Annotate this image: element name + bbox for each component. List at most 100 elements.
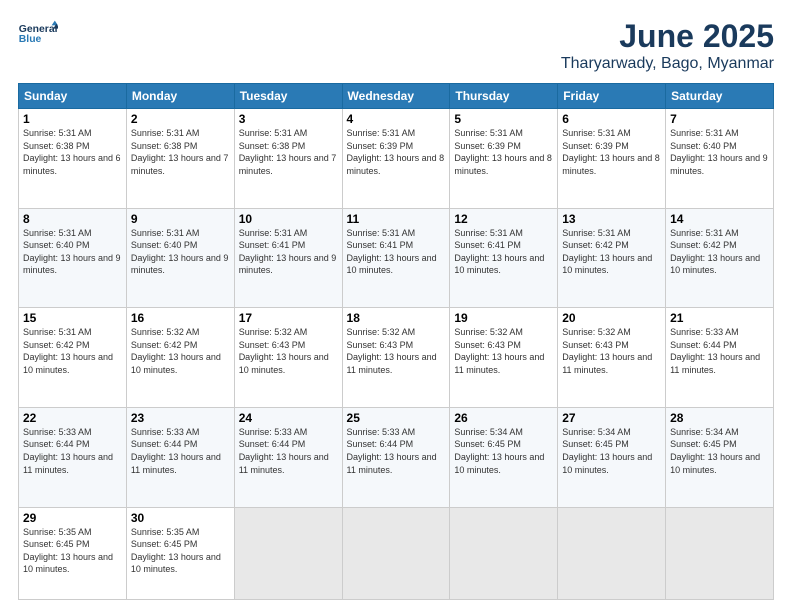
- day-number: 9: [131, 212, 230, 226]
- day-number: 18: [347, 311, 446, 325]
- header-wednesday: Wednesday: [342, 84, 450, 109]
- table-row: 22 Sunrise: 5:33 AMSunset: 6:44 PMDaylig…: [19, 407, 127, 507]
- table-row: 3 Sunrise: 5:31 AMSunset: 6:38 PMDayligh…: [234, 109, 342, 209]
- svg-text:Blue: Blue: [19, 34, 42, 45]
- day-number: 11: [347, 212, 446, 226]
- day-number: 16: [131, 311, 230, 325]
- header-thursday: Thursday: [450, 84, 558, 109]
- day-number: 14: [670, 212, 769, 226]
- table-row: 10 Sunrise: 5:31 AMSunset: 6:41 PMDaylig…: [234, 208, 342, 308]
- table-row: 8 Sunrise: 5:31 AMSunset: 6:40 PMDayligh…: [19, 208, 127, 308]
- header-monday: Monday: [126, 84, 234, 109]
- day-number: 17: [239, 311, 338, 325]
- day-info: Sunrise: 5:34 AMSunset: 6:45 PMDaylight:…: [454, 427, 544, 475]
- day-number: 2: [131, 112, 230, 126]
- day-number: 1: [23, 112, 122, 126]
- day-info: Sunrise: 5:32 AMSunset: 6:43 PMDaylight:…: [454, 327, 544, 375]
- day-info: Sunrise: 5:32 AMSunset: 6:43 PMDaylight:…: [347, 327, 437, 375]
- title-block: June 2025 Tharyarwady, Bago, Myanmar: [561, 18, 774, 73]
- day-info: Sunrise: 5:31 AMSunset: 6:42 PMDaylight:…: [670, 228, 760, 276]
- day-info: Sunrise: 5:31 AMSunset: 6:42 PMDaylight:…: [562, 228, 652, 276]
- day-info: Sunrise: 5:31 AMSunset: 6:40 PMDaylight:…: [670, 128, 768, 176]
- header-friday: Friday: [558, 84, 666, 109]
- day-info: Sunrise: 5:31 AMSunset: 6:41 PMDaylight:…: [239, 228, 337, 276]
- day-info: Sunrise: 5:31 AMSunset: 6:40 PMDaylight:…: [131, 228, 229, 276]
- day-info: Sunrise: 5:31 AMSunset: 6:40 PMDaylight:…: [23, 228, 121, 276]
- table-row: 1 Sunrise: 5:31 AMSunset: 6:38 PMDayligh…: [19, 109, 127, 209]
- day-number: 26: [454, 411, 553, 425]
- header-sunday: Sunday: [19, 84, 127, 109]
- table-row: 27 Sunrise: 5:34 AMSunset: 6:45 PMDaylig…: [558, 407, 666, 507]
- table-row: [558, 507, 666, 600]
- table-row: 4 Sunrise: 5:31 AMSunset: 6:39 PMDayligh…: [342, 109, 450, 209]
- day-info: Sunrise: 5:31 AMSunset: 6:41 PMDaylight:…: [347, 228, 437, 276]
- logo-icon: General Blue: [18, 18, 58, 48]
- day-number: 15: [23, 311, 122, 325]
- day-info: Sunrise: 5:35 AMSunset: 6:45 PMDaylight:…: [131, 527, 221, 575]
- table-row: [234, 507, 342, 600]
- day-info: Sunrise: 5:31 AMSunset: 6:39 PMDaylight:…: [562, 128, 660, 176]
- day-info: Sunrise: 5:33 AMSunset: 6:44 PMDaylight:…: [239, 427, 329, 475]
- table-row: 28 Sunrise: 5:34 AMSunset: 6:45 PMDaylig…: [666, 407, 774, 507]
- day-number: 27: [562, 411, 661, 425]
- day-number: 19: [454, 311, 553, 325]
- table-row: 29 Sunrise: 5:35 AMSunset: 6:45 PMDaylig…: [19, 507, 127, 600]
- table-row: 11 Sunrise: 5:31 AMSunset: 6:41 PMDaylig…: [342, 208, 450, 308]
- table-row: [666, 507, 774, 600]
- table-row: [342, 507, 450, 600]
- table-row: 20 Sunrise: 5:32 AMSunset: 6:43 PMDaylig…: [558, 308, 666, 408]
- day-info: Sunrise: 5:33 AMSunset: 6:44 PMDaylight:…: [131, 427, 221, 475]
- day-number: 22: [23, 411, 122, 425]
- table-row: 25 Sunrise: 5:33 AMSunset: 6:44 PMDaylig…: [342, 407, 450, 507]
- day-number: 10: [239, 212, 338, 226]
- table-row: 6 Sunrise: 5:31 AMSunset: 6:39 PMDayligh…: [558, 109, 666, 209]
- day-info: Sunrise: 5:31 AMSunset: 6:39 PMDaylight:…: [454, 128, 552, 176]
- day-number: 24: [239, 411, 338, 425]
- day-number: 6: [562, 112, 661, 126]
- day-number: 12: [454, 212, 553, 226]
- day-number: 13: [562, 212, 661, 226]
- day-info: Sunrise: 5:34 AMSunset: 6:45 PMDaylight:…: [670, 427, 760, 475]
- calendar-table: Sunday Monday Tuesday Wednesday Thursday…: [18, 83, 774, 600]
- day-header-row: Sunday Monday Tuesday Wednesday Thursday…: [19, 84, 774, 109]
- day-number: 21: [670, 311, 769, 325]
- table-row: 7 Sunrise: 5:31 AMSunset: 6:40 PMDayligh…: [666, 109, 774, 209]
- day-info: Sunrise: 5:35 AMSunset: 6:45 PMDaylight:…: [23, 527, 113, 575]
- svg-text:General: General: [19, 24, 58, 35]
- day-info: Sunrise: 5:33 AMSunset: 6:44 PMDaylight:…: [23, 427, 113, 475]
- table-row: 24 Sunrise: 5:33 AMSunset: 6:44 PMDaylig…: [234, 407, 342, 507]
- day-info: Sunrise: 5:31 AMSunset: 6:38 PMDaylight:…: [239, 128, 337, 176]
- day-info: Sunrise: 5:31 AMSunset: 6:42 PMDaylight:…: [23, 327, 113, 375]
- day-info: Sunrise: 5:34 AMSunset: 6:45 PMDaylight:…: [562, 427, 652, 475]
- day-info: Sunrise: 5:33 AMSunset: 6:44 PMDaylight:…: [347, 427, 437, 475]
- day-info: Sunrise: 5:31 AMSunset: 6:38 PMDaylight:…: [131, 128, 229, 176]
- table-row: 23 Sunrise: 5:33 AMSunset: 6:44 PMDaylig…: [126, 407, 234, 507]
- day-info: Sunrise: 5:33 AMSunset: 6:44 PMDaylight:…: [670, 327, 760, 375]
- day-info: Sunrise: 5:32 AMSunset: 6:43 PMDaylight:…: [239, 327, 329, 375]
- table-row: 30 Sunrise: 5:35 AMSunset: 6:45 PMDaylig…: [126, 507, 234, 600]
- table-row: 2 Sunrise: 5:31 AMSunset: 6:38 PMDayligh…: [126, 109, 234, 209]
- day-number: 5: [454, 112, 553, 126]
- table-row: 19 Sunrise: 5:32 AMSunset: 6:43 PMDaylig…: [450, 308, 558, 408]
- page: General Blue June 2025 Tharyarwady, Bago…: [0, 0, 792, 612]
- table-row: 15 Sunrise: 5:31 AMSunset: 6:42 PMDaylig…: [19, 308, 127, 408]
- table-row: 18 Sunrise: 5:32 AMSunset: 6:43 PMDaylig…: [342, 308, 450, 408]
- day-number: 3: [239, 112, 338, 126]
- day-number: 8: [23, 212, 122, 226]
- table-row: 12 Sunrise: 5:31 AMSunset: 6:41 PMDaylig…: [450, 208, 558, 308]
- header-tuesday: Tuesday: [234, 84, 342, 109]
- table-row: 17 Sunrise: 5:32 AMSunset: 6:43 PMDaylig…: [234, 308, 342, 408]
- table-row: 16 Sunrise: 5:32 AMSunset: 6:42 PMDaylig…: [126, 308, 234, 408]
- header-saturday: Saturday: [666, 84, 774, 109]
- day-number: 4: [347, 112, 446, 126]
- day-info: Sunrise: 5:32 AMSunset: 6:42 PMDaylight:…: [131, 327, 221, 375]
- day-number: 30: [131, 511, 230, 525]
- table-row: 14 Sunrise: 5:31 AMSunset: 6:42 PMDaylig…: [666, 208, 774, 308]
- table-row: 13 Sunrise: 5:31 AMSunset: 6:42 PMDaylig…: [558, 208, 666, 308]
- day-number: 23: [131, 411, 230, 425]
- header: General Blue June 2025 Tharyarwady, Bago…: [18, 18, 774, 73]
- logo: General Blue: [18, 18, 58, 48]
- day-number: 25: [347, 411, 446, 425]
- month-title: June 2025: [561, 18, 774, 55]
- day-number: 29: [23, 511, 122, 525]
